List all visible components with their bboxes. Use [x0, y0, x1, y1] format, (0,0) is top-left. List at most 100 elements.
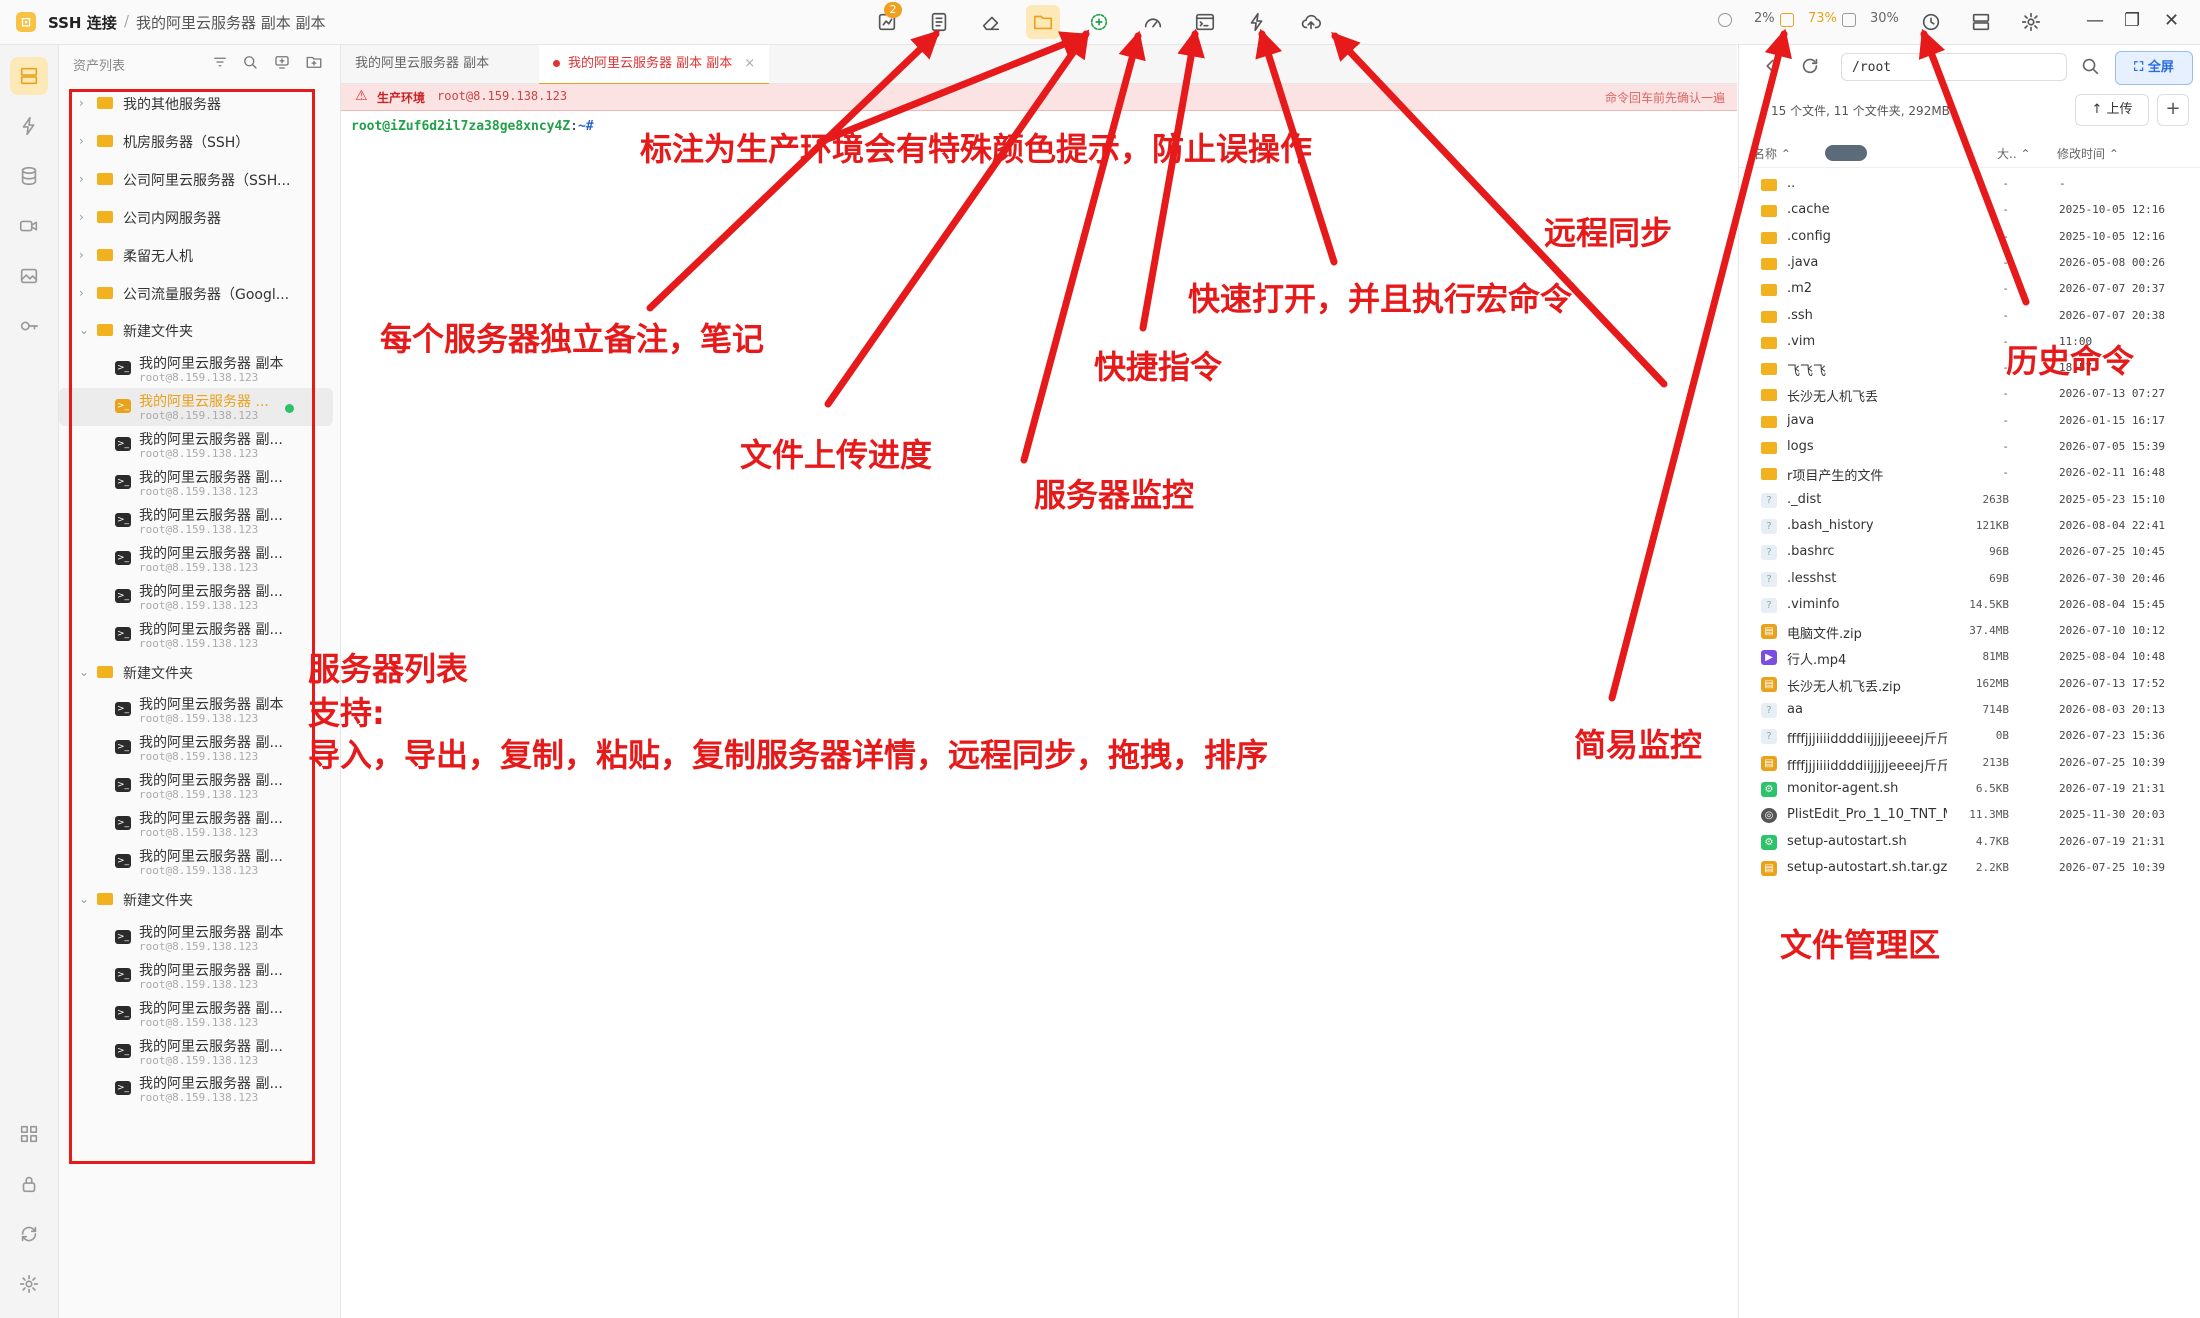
file-row[interactable]: ? .viminfo 14.5KB 2026-08-04 15:45 — [1739, 593, 2200, 619]
fm-back-button[interactable] — [1759, 55, 1781, 81]
file-time: 2025-08-04 10:48 — [2059, 650, 2165, 664]
file-row[interactable]: ▤ 电脑文件.zip 37.4MB 2026-07-10 10:12 — [1739, 619, 2200, 645]
file-row[interactable]: .cache - 2025-10-05 12:16 — [1739, 198, 2200, 224]
col-size[interactable]: 大.. ⌃ — [1997, 145, 2031, 162]
file-row[interactable]: ▤ setup-autostart.sh.tar.gz 2.2KB 2026-07-2… — [1739, 856, 2200, 882]
minimize-button[interactable]: — — [2086, 10, 2104, 31]
key-icon — [20, 321, 39, 331]
file-row[interactable]: ▤ 长沙无人机飞丢.zip 162MB 2026-07-13 17:52 — [1739, 672, 2200, 698]
rail-servers[interactable] — [10, 57, 48, 95]
rail-lock[interactable] — [10, 1165, 48, 1203]
notes-button[interactable] — [922, 5, 956, 39]
sort-button[interactable] — [211, 53, 229, 75]
tab-close-icon[interactable]: × — [744, 56, 755, 71]
clear-button[interactable] — [974, 5, 1008, 39]
settings-button[interactable] — [2014, 5, 2048, 39]
file-row[interactable]: ⚙ setup-autostart.sh 4.7KB 2026-07-19 21:31 — [1739, 830, 2200, 856]
rail-sync[interactable] — [10, 1215, 48, 1253]
fm-upload-button[interactable]: ↑ 上传 — [2075, 94, 2149, 126]
add-server-button[interactable] — [273, 53, 291, 75]
remote-sync-button[interactable] — [1294, 5, 1328, 39]
terminal-prompt: root@iZuf6d2il7za38ge8xncy4Z:~# — [351, 119, 594, 134]
file-row[interactable]: .java - 2026-05-08 00:26 — [1739, 251, 2200, 277]
file-name: ._dist — [1787, 491, 1822, 507]
fm-path-input[interactable]: /root — [1841, 53, 2067, 81]
file-row[interactable]: ? .bashrc 96B 2026-07-25 10:45 — [1739, 540, 2200, 566]
file-time: 2026-07-07 20:37 — [2059, 282, 2165, 296]
rail-macros[interactable] — [10, 107, 48, 145]
rail-keys[interactable] — [10, 307, 48, 345]
file-row[interactable]: ? .bash_history 121KB 2026-08-04 22:41 — [1739, 514, 2200, 540]
fm-search-button[interactable] — [2079, 55, 2101, 81]
folder-file-icon — [1761, 442, 1777, 454]
history-button[interactable] — [1914, 5, 1948, 39]
file-row[interactable]: ▤ ffffjjjiiiiddddiijjjjjeeeej斤斤计 213B 2026-… — [1739, 751, 2200, 777]
file-name: monitor-agent.sh — [1787, 780, 1899, 796]
rail-video[interactable] — [10, 207, 48, 245]
file-row[interactable]: ⚙ monitor-agent.sh 6.5KB 2026-07-19 21:31 — [1739, 777, 2200, 803]
file-row[interactable]: ▶ 行人.mp4 81MB 2025-08-04 10:48 — [1739, 645, 2200, 671]
unknown-file-icon: ? — [1761, 597, 1777, 613]
asset-search-button[interactable] — [241, 53, 259, 75]
folder-file-icon — [1761, 257, 1777, 270]
disk-icon — [1842, 13, 1856, 27]
upload-progress-button[interactable] — [1082, 5, 1116, 39]
file-row[interactable]: ◎ PlistEdit_Pro_1_10_TNT_M 11.3MB 2025-11-3… — [1739, 803, 2200, 829]
clock-icon — [1922, 13, 1940, 31]
fm-fullscreen-button[interactable]: ⛶ 全屏 — [2115, 51, 2193, 85]
layout-icon — [1972, 13, 1990, 31]
file-size: - — [2002, 361, 2009, 375]
file-row[interactable]: ? ._dist 263B 2025-05-23 15:10 — [1739, 488, 2200, 514]
file-row[interactable]: .. - - — [1739, 172, 2200, 198]
file-time: 2026-07-19 21:31 — [2059, 781, 2165, 795]
folder-file-icon — [1761, 336, 1777, 349]
file-time: 2026-07-25 10:45 — [2059, 545, 2165, 559]
maximize-button[interactable]: ❐ — [2124, 10, 2140, 31]
terminal-window-icon — [1195, 13, 1215, 31]
cloud-upload-icon — [1301, 14, 1321, 30]
rail-settings[interactable] — [10, 1265, 48, 1303]
eraser-icon — [982, 16, 1000, 31]
add-folder-button[interactable] — [305, 53, 323, 75]
fm-refresh-button[interactable] — [1799, 55, 1821, 81]
grid-icon — [20, 1125, 38, 1143]
file-row[interactable]: ? .lesshst 69B 2026-07-30 20:46 — [1739, 567, 2200, 593]
file-row[interactable]: java - 2026-01-15 16:17 — [1739, 409, 2200, 435]
file-row[interactable]: 长沙无人机飞丢 - 2026-07-13 07:27 — [1739, 382, 2200, 408]
fm-add-button[interactable]: + — [2157, 94, 2189, 126]
file-manager-button[interactable] — [1026, 5, 1060, 39]
fm-column-toggle[interactable] — [1825, 145, 1867, 161]
file-row[interactable]: r项目产生的文件 - 2026-02-11 16:48 — [1739, 461, 2200, 487]
fm-summary: 15 个文件, 11 个文件夹, 292MB — [1771, 104, 1950, 118]
file-size: - — [2002, 440, 2009, 453]
close-button[interactable]: ✕ — [2164, 10, 2179, 31]
file-time: 2026-02-11 16:48 — [2059, 466, 2165, 480]
file-name: 长沙无人机飞丢.zip — [1787, 679, 1901, 695]
rail-database[interactable] — [10, 157, 48, 195]
unknown-file-icon: ? — [1761, 492, 1777, 508]
file-row[interactable]: ? aa 714B 2026-08-03 20:13 — [1739, 698, 2200, 724]
file-name: .lesshst — [1787, 570, 1837, 586]
file-row[interactable]: ? ffffjjjiiiiddddiijjjjjeeeej斤斤计 0B 2026-07… — [1739, 724, 2200, 750]
col-name[interactable]: 名称 ⌃ — [1753, 145, 1791, 162]
annotation-simple-monitor: 简易监控 — [1574, 726, 1703, 764]
unknown-file-icon: ? — [1761, 518, 1777, 534]
file-time: 2026-07-25 10:39 — [2059, 755, 2165, 769]
macro-button[interactable] — [1240, 5, 1274, 39]
file-row[interactable]: logs - 2026-07-05 15:39 — [1739, 435, 2200, 461]
file-row[interactable]: .config - 2025-10-05 12:16 — [1739, 225, 2200, 251]
memory-icon — [1780, 13, 1794, 27]
rail-images[interactable] — [10, 257, 48, 295]
layout-button[interactable] — [1964, 5, 1998, 39]
file-name: java — [1787, 412, 1815, 428]
monitor-button[interactable] — [1136, 5, 1170, 39]
quick-command-button[interactable] — [1188, 5, 1222, 39]
file-row[interactable]: .ssh - 2026-07-07 20:38 — [1739, 304, 2200, 330]
file-row[interactable]: .m2 - 2026-07-07 20:37 — [1739, 277, 2200, 303]
tab-server-copy-copy[interactable]: 我的阿里云服务器 副本 副本 × — [539, 45, 770, 85]
col-time[interactable]: 修改时间 ⌃ — [2057, 145, 2119, 162]
file-name: .vim — [1787, 333, 1816, 349]
annotation-file-area: 文件管理区 — [1780, 926, 1941, 964]
tab-server-copy[interactable]: 我的阿里云服务器 副本 — [341, 45, 503, 83]
rail-apps[interactable] — [10, 1115, 48, 1153]
